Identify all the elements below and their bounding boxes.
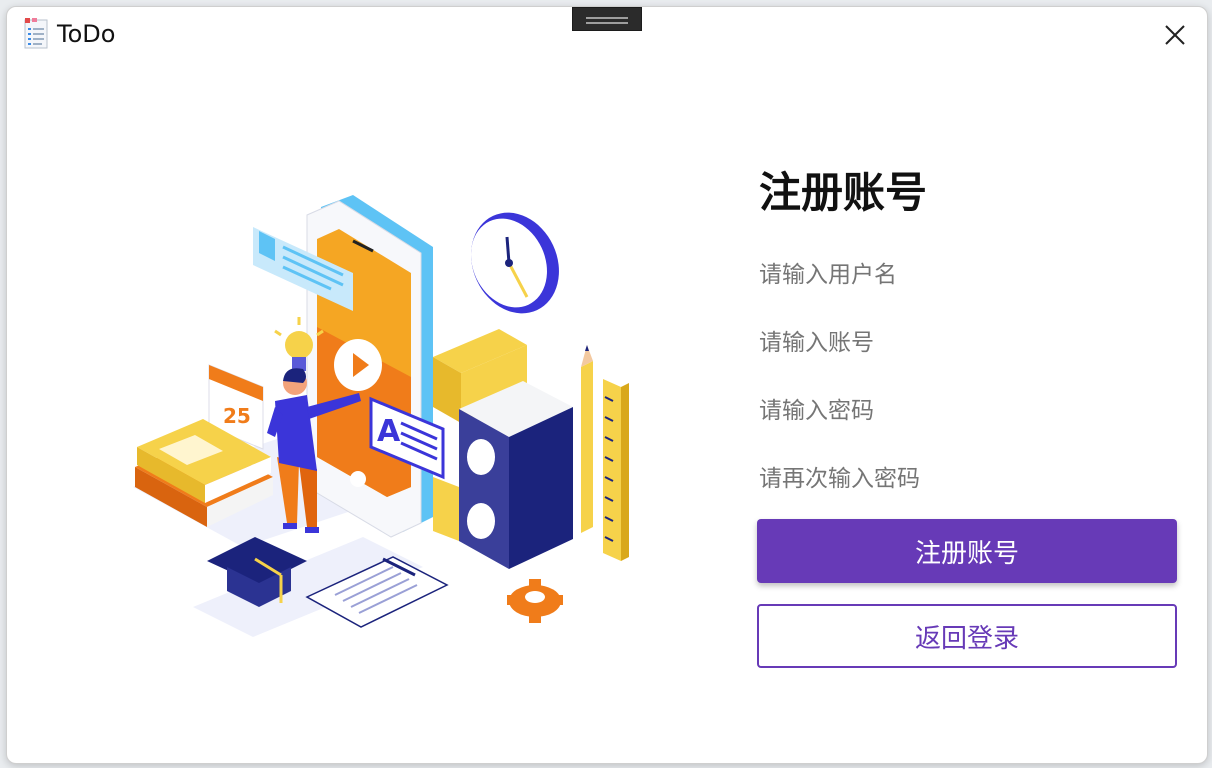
calendar-day: 25	[223, 404, 251, 428]
confirm-password-field-wrapper	[757, 459, 1177, 527]
register-heading: 注册账号	[759, 168, 928, 217]
password-field-wrapper	[757, 391, 1177, 459]
password-input[interactable]	[757, 391, 1169, 431]
ruler-graphic	[603, 379, 629, 561]
pencil-graphic	[581, 345, 593, 533]
register-form: 注册账号 注册账号 返回登录	[757, 167, 1177, 668]
education-illustration: 25 A	[133, 195, 629, 637]
account-input[interactable]	[757, 323, 1169, 363]
notepad-icon	[24, 18, 48, 49]
card-letter: A	[377, 414, 401, 449]
drag-handle[interactable]	[572, 7, 642, 31]
confirm-password-input[interactable]	[757, 459, 1169, 499]
account-field-wrapper	[757, 323, 1177, 391]
phone-graphic	[306, 195, 433, 538]
close-icon[interactable]	[1161, 21, 1189, 49]
gear-graphic	[507, 579, 563, 623]
clock-graphic	[471, 212, 559, 314]
register-button[interactable]: 注册账号	[757, 519, 1177, 583]
back-to-login-button[interactable]: 返回登录	[757, 604, 1177, 668]
username-input[interactable]	[757, 255, 1169, 295]
username-field-wrapper	[757, 255, 1177, 323]
title-bar[interactable]: ToDo	[7, 7, 1207, 63]
speaker-graphic	[433, 329, 573, 569]
app-window: ToDo 25 A 注册账号 请输入用户名 请输入账号 注册账号 返回登录	[6, 6, 1208, 764]
app-title: ToDo	[57, 20, 116, 48]
